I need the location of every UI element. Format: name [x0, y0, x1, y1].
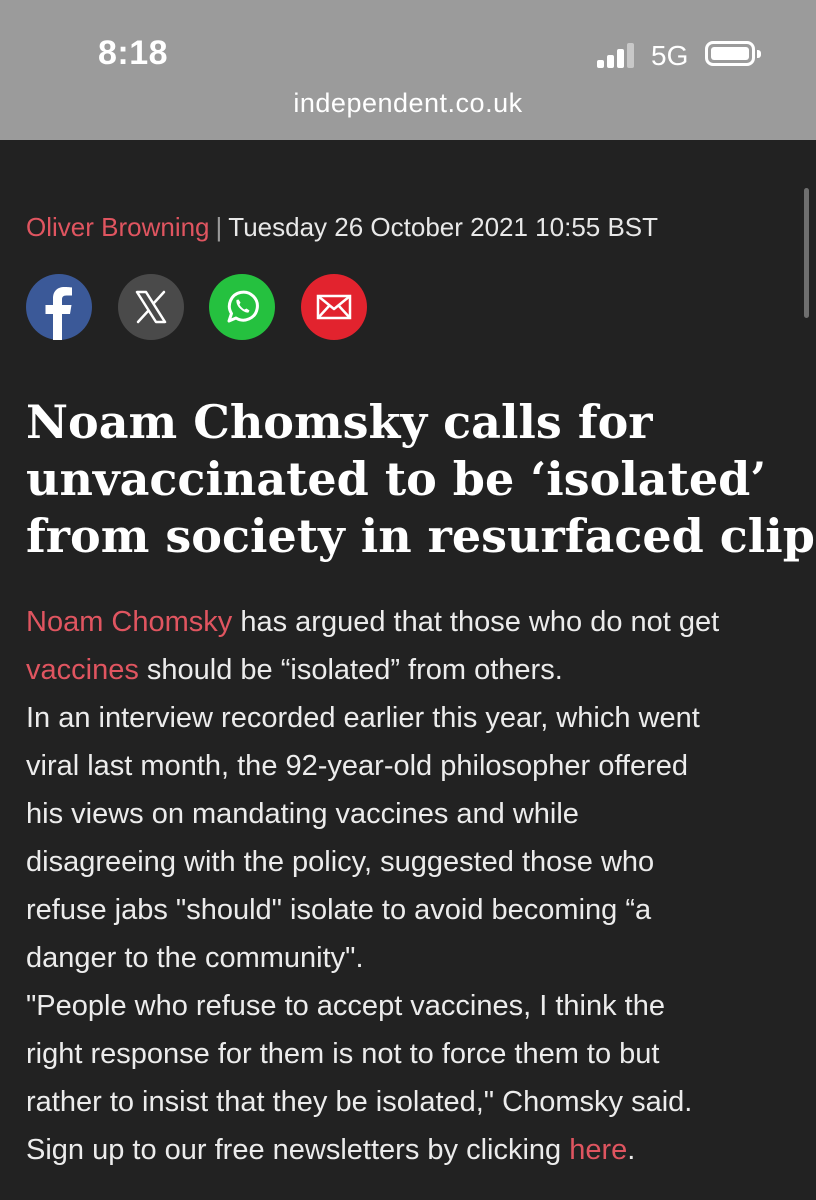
cellular-signal-icon: [597, 42, 637, 68]
byline-separator: |: [215, 212, 223, 242]
status-time: 8:18: [98, 34, 169, 72]
x-share-button[interactable]: [118, 274, 184, 340]
byline: Oliver Browning | Tuesday 26 October 2021 …: [26, 212, 658, 243]
author-link[interactable]: Oliver Browning: [26, 212, 210, 242]
paragraph-text: has argued that those who do not get: [232, 606, 720, 638]
headline-line: Noam Chomsky calls for: [26, 395, 653, 449]
network-type: 5G: [651, 40, 689, 71]
paragraph-interview: In an interview recorded earlier this ye…: [26, 694, 806, 982]
paragraph-line: danger to the community".: [26, 942, 364, 974]
paragraph-line: viral last month, the 92-year-old philos…: [26, 750, 689, 782]
paragraph-line: refuse jabs "should" isolate to avoid be…: [26, 894, 652, 926]
paragraph-intro: Noam Chomsky has argued that those who d…: [26, 598, 806, 694]
whatsapp-share-button[interactable]: [209, 274, 275, 340]
email-icon: [301, 274, 367, 340]
publish-date: Tuesday 26 October 2021 10:55 BST: [228, 212, 659, 242]
email-share-button[interactable]: [301, 274, 367, 340]
facebook-icon: [26, 274, 92, 340]
scrollbar[interactable]: [804, 188, 809, 318]
battery-full-icon: [705, 41, 761, 66]
address-bar-url[interactable]: independent.co.uk: [0, 88, 816, 119]
paragraph-line: In an interview recorded earlier this ye…: [26, 702, 700, 734]
facebook-share-button[interactable]: [26, 274, 92, 340]
paragraph-newsletter: Sign up to our free newsletters by click…: [26, 1126, 806, 1174]
paragraph-line: his views on mandating vaccines and whil…: [26, 798, 579, 830]
headline-line: unvaccinated to be ‘isolated’: [26, 452, 767, 506]
paragraph-line: right response for them is not to force …: [26, 1038, 660, 1070]
paragraph-text: should be “isolated” from others.: [138, 654, 563, 686]
paragraph-line: disagreeing with the policy, suggested t…: [26, 846, 655, 878]
whatsapp-icon: [209, 274, 275, 340]
noam-chomsky-link[interactable]: Noam Chomsky: [26, 606, 232, 638]
article-body: Noam Chomsky has argued that those who d…: [26, 598, 806, 1174]
paragraph-quote: "People who refuse to accept vaccines, I…: [26, 982, 806, 1126]
vaccines-link[interactable]: vaccines: [26, 654, 139, 686]
x-icon: [118, 274, 184, 340]
newsletter-signup-link[interactable]: here: [569, 1134, 627, 1166]
paragraph-text: .: [627, 1134, 636, 1166]
article-headline: Noam Chomsky calls for unvaccinated to b…: [26, 394, 815, 565]
paragraph-line: rather to insist that they be isolated,"…: [26, 1086, 693, 1118]
paragraph-line: "People who refuse to accept vaccines, I…: [26, 990, 665, 1022]
paragraph-text: Sign up to our free newsletters by click…: [26, 1134, 570, 1166]
headline-line: from society in resurfaced clip: [26, 509, 815, 563]
browser-top-bar: 8:18 5G independent.co.uk: [0, 0, 816, 140]
